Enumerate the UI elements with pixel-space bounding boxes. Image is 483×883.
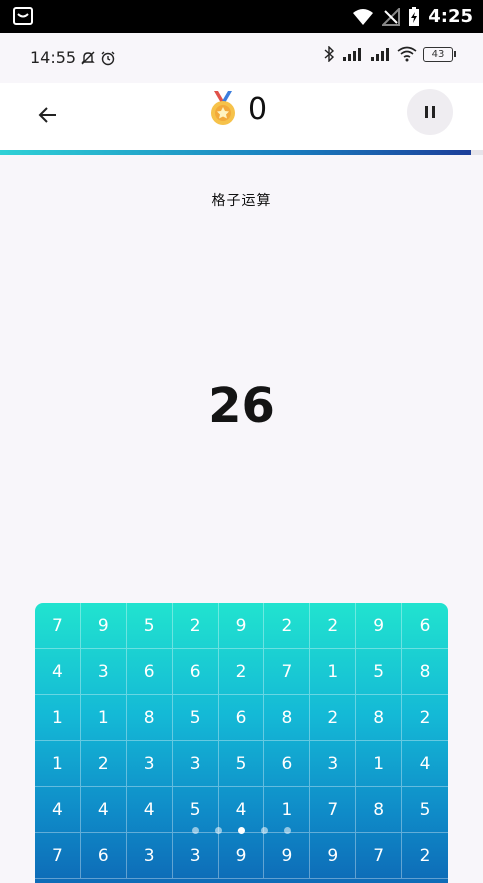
system-status-bar: 4:25 bbox=[0, 0, 483, 33]
page-dot[interactable] bbox=[192, 827, 199, 834]
system-time: 4:25 bbox=[428, 6, 473, 27]
grid-cell[interactable]: 2 bbox=[80, 741, 127, 787]
grid-cell[interactable]: 8 bbox=[402, 649, 448, 695]
page-dot[interactable] bbox=[215, 827, 222, 834]
grid-cell[interactable]: 1 bbox=[35, 695, 81, 741]
grid-cell[interactable]: 2 bbox=[264, 603, 311, 649]
grid-cell[interactable]: 6 bbox=[218, 695, 265, 741]
grid-cell[interactable]: 6 bbox=[264, 741, 311, 787]
grid-cell[interactable]: 1 bbox=[356, 741, 403, 787]
grid-cell[interactable]: 2 bbox=[310, 695, 357, 741]
grid-cell[interactable]: 6 bbox=[172, 649, 219, 695]
wifi-icon bbox=[397, 46, 417, 62]
score-value: 0 bbox=[248, 91, 268, 127]
grid-cell[interactable]: 9 bbox=[80, 603, 127, 649]
grid-cell[interactable]: 5 bbox=[356, 649, 403, 695]
signal-hd-icon bbox=[343, 48, 361, 61]
wifi-icon bbox=[353, 8, 374, 25]
phone-status-bar: 14:55 43 bbox=[0, 33, 483, 83]
page-dot[interactable] bbox=[238, 827, 245, 834]
alarm-icon bbox=[101, 51, 115, 65]
grid-cell[interactable]: 5 bbox=[172, 695, 219, 741]
grid-cell[interactable]: 8 bbox=[126, 695, 173, 741]
number-grid: 7952922964366271581185682821233563144445… bbox=[35, 603, 448, 883]
grid-cell[interactable]: 6 bbox=[402, 603, 448, 649]
medal-icon bbox=[211, 91, 235, 125]
grid-cell[interactable]: 1 bbox=[310, 649, 357, 695]
grid-cell[interactable]: 7 bbox=[35, 833, 81, 879]
battery-charging-icon bbox=[409, 6, 420, 26]
grid-cell[interactable]: 2 bbox=[310, 603, 357, 649]
grid-cell[interactable]: 7 bbox=[35, 603, 81, 649]
grid-cell[interactable]: 4 bbox=[402, 741, 448, 787]
back-arrow-icon bbox=[38, 107, 56, 123]
signal-hd-icon bbox=[371, 48, 389, 61]
grid-cell[interactable]: 3 bbox=[126, 741, 173, 787]
grid-cell[interactable]: 3 bbox=[172, 833, 219, 879]
grid-cell[interactable]: 8 bbox=[356, 695, 403, 741]
grid-cell[interactable]: 9 bbox=[310, 833, 357, 879]
bluetooth-icon bbox=[324, 46, 335, 62]
grid-cell[interactable]: 1 bbox=[80, 695, 127, 741]
page-title: 格子运算 bbox=[211, 193, 272, 209]
grid-cell[interactable]: 5 bbox=[126, 603, 173, 649]
grid-cell[interactable]: 3 bbox=[80, 649, 127, 695]
grid-cell[interactable]: 4 bbox=[35, 649, 81, 695]
grid-cell[interactable]: 9 bbox=[218, 833, 265, 879]
phone-time: 14:55 bbox=[30, 48, 77, 67]
grid-cell[interactable]: 9 bbox=[218, 603, 265, 649]
page-dot[interactable] bbox=[261, 827, 268, 834]
page-dot[interactable] bbox=[284, 827, 291, 834]
grid-cell[interactable]: 2 bbox=[402, 695, 448, 741]
progress-bar bbox=[0, 150, 483, 155]
grid-cell[interactable]: 2 bbox=[402, 833, 448, 879]
grid-cell[interactable]: 1 bbox=[35, 741, 81, 787]
target-number: 26 bbox=[208, 378, 275, 434]
grid-cell[interactable]: 6 bbox=[126, 649, 173, 695]
grid-cell[interactable]: 2 bbox=[218, 649, 265, 695]
score-display: 0 bbox=[208, 91, 267, 127]
progress-fill bbox=[0, 150, 471, 155]
mute-icon bbox=[81, 51, 95, 64]
grid-cell[interactable]: 7 bbox=[264, 649, 311, 695]
grid-cell[interactable]: 3 bbox=[310, 741, 357, 787]
notification-app-icon bbox=[13, 7, 33, 25]
grid-cell[interactable]: 8 bbox=[264, 695, 311, 741]
pause-button[interactable] bbox=[407, 89, 453, 135]
app-header: 0 bbox=[0, 83, 483, 153]
back-button[interactable] bbox=[30, 97, 66, 133]
pause-icon bbox=[425, 106, 435, 118]
grid-cell[interactable]: 5 bbox=[218, 741, 265, 787]
battery-indicator: 43 bbox=[423, 46, 456, 62]
grid-cell[interactable]: 2 bbox=[172, 603, 219, 649]
grid-cell[interactable]: 7 bbox=[356, 833, 403, 879]
grid-cell[interactable]: 9 bbox=[356, 603, 403, 649]
grid-cell[interactable]: 3 bbox=[172, 741, 219, 787]
grid-cell[interactable]: 3 bbox=[126, 833, 173, 879]
page-indicator bbox=[0, 827, 483, 834]
grid-cell[interactable]: 6 bbox=[80, 833, 127, 879]
grid-cell[interactable]: 9 bbox=[264, 833, 311, 879]
no-signal-icon bbox=[382, 7, 401, 26]
